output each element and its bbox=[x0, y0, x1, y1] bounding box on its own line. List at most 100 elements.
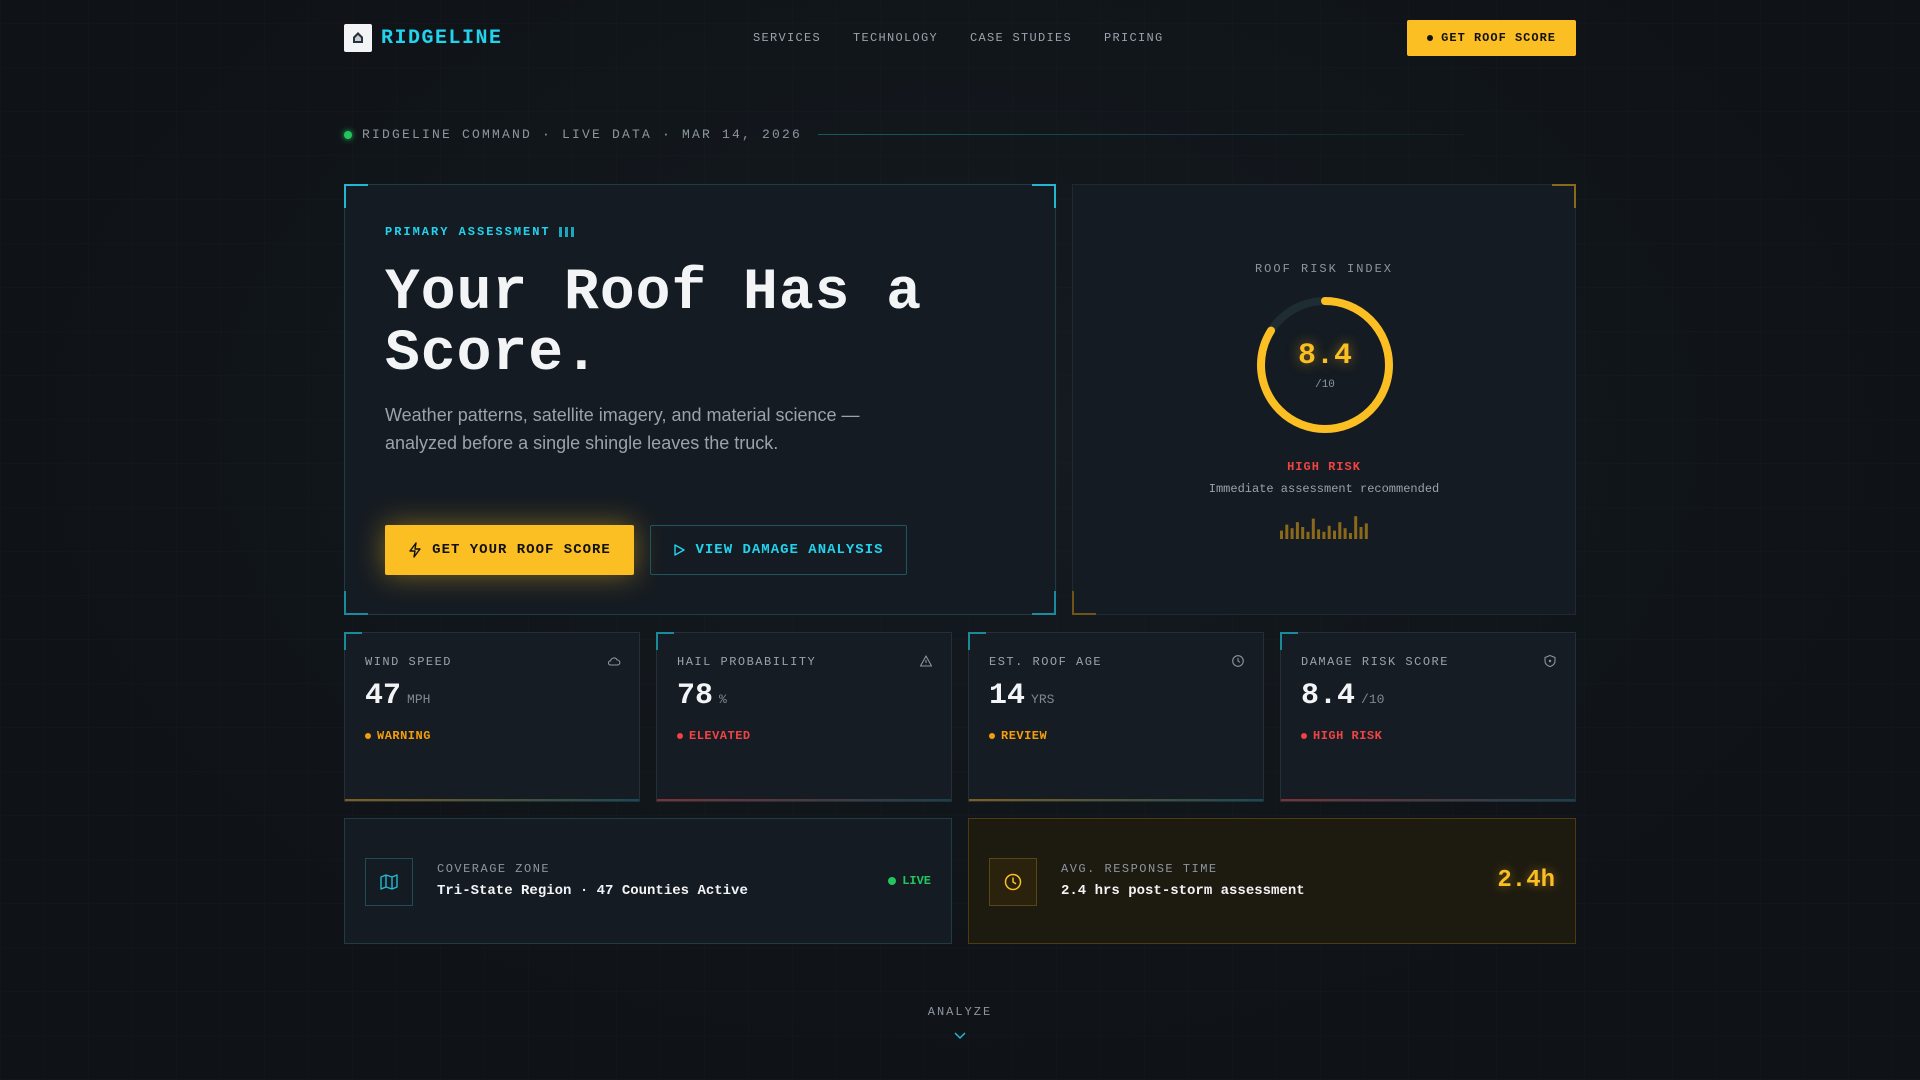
alert-triangle-icon bbox=[919, 655, 933, 667]
cta-dot-icon bbox=[1427, 35, 1434, 41]
signal-bars-icon bbox=[558, 227, 574, 237]
risk-index-label: ROOF RISK INDEX bbox=[1254, 262, 1394, 276]
status-text: RIDGELINE COMMAND · LIVE DATA · MAR 14, … bbox=[362, 127, 803, 142]
assessment-eyebrow: PRIMARY ASSESSMENT bbox=[385, 225, 574, 239]
top-nav: RIDGELINE SERVICES TECHNOLOGY CASE STUDI… bbox=[344, 20, 1576, 56]
risk-status: HIGH RISK bbox=[1287, 460, 1361, 474]
spark-bar bbox=[1301, 527, 1305, 539]
spark-bar bbox=[1359, 527, 1363, 539]
metric-unit: % bbox=[719, 692, 727, 707]
corner-bracket bbox=[1552, 184, 1576, 208]
metric-label: EST. ROOF AGE bbox=[989, 655, 1103, 669]
map-icon bbox=[365, 858, 413, 906]
live-status-bar: RIDGELINE COMMAND · LIVE DATA · MAR 14, … bbox=[344, 127, 1464, 142]
metric-accent-bar bbox=[657, 799, 951, 801]
metric-value: 47 MPH bbox=[365, 679, 430, 713]
coverage-zone-panel: COVERAGE ZONE Tri-State Region · 47 Coun… bbox=[344, 818, 952, 944]
metric-status-badge: HIGH RISK bbox=[1301, 729, 1382, 743]
metric-card-damage-risk-score: DAMAGE RISK SCORE 8.4 /10 HIGH RISK bbox=[1280, 632, 1576, 802]
metric-status-label: REVIEW bbox=[1001, 729, 1048, 743]
spark-bar bbox=[1322, 531, 1326, 539]
risk-note: Immediate assessment recommended bbox=[1208, 482, 1440, 496]
response-value: 2.4h bbox=[1497, 867, 1555, 894]
spark-bar bbox=[1338, 522, 1342, 539]
live-badge: LIVE bbox=[888, 874, 931, 888]
metric-card-roof-age: EST. ROOF AGE 14 YRS REVIEW bbox=[968, 632, 1264, 802]
page-title: Your Roof Has a Score. bbox=[385, 261, 923, 387]
coverage-text: Tri-State Region · 47 Counties Active bbox=[437, 883, 748, 899]
spark-bar bbox=[1306, 531, 1310, 539]
logo-mark-icon bbox=[344, 24, 372, 52]
status-dot-icon bbox=[677, 733, 683, 739]
corner-bracket bbox=[656, 632, 674, 650]
status-dot-icon bbox=[989, 733, 995, 739]
metric-unit: MPH bbox=[407, 692, 431, 707]
brand-name: RIDGELINE bbox=[381, 26, 503, 50]
analyze-label: ANALYZE bbox=[927, 1005, 993, 1019]
corner-bracket bbox=[1280, 632, 1298, 650]
nav-link-pricing[interactable]: PRICING bbox=[1104, 31, 1164, 45]
primary-assessment-card: PRIMARY ASSESSMENT Your Roof Has a Score… bbox=[344, 184, 1056, 615]
spark-bar bbox=[1348, 533, 1352, 539]
metric-value: 8.4 /10 bbox=[1301, 679, 1384, 713]
metric-status-badge: WARNING bbox=[365, 729, 431, 743]
corner-bracket bbox=[968, 632, 986, 650]
brand-logo[interactable]: RIDGELINE bbox=[344, 24, 503, 52]
status-dot-icon bbox=[365, 733, 371, 739]
nav-link-technology[interactable]: TECHNOLOGY bbox=[853, 31, 938, 45]
spark-bar bbox=[1354, 516, 1358, 539]
nav-cta-label: GET ROOF SCORE bbox=[1441, 31, 1556, 45]
metric-label: HAIL PROBABILITY bbox=[677, 655, 817, 669]
gauge-denominator: /10 bbox=[1315, 379, 1335, 391]
corner-bracket bbox=[344, 632, 362, 650]
metric-status-badge: REVIEW bbox=[989, 729, 1047, 743]
spark-bar bbox=[1280, 530, 1283, 539]
risk-gauge: 8.4 /10 bbox=[1255, 295, 1395, 435]
corner-bracket bbox=[344, 184, 368, 208]
coverage-label: COVERAGE ZONE bbox=[437, 862, 551, 876]
response-text: 2.4 hrs post-storm assessment bbox=[1061, 883, 1305, 899]
spark-bar bbox=[1317, 529, 1321, 539]
spark-bar bbox=[1290, 528, 1294, 539]
metric-status-label: ELEVATED bbox=[689, 729, 751, 743]
metric-card-wind-speed: WIND SPEED 47 MPH WARNING bbox=[344, 632, 640, 802]
metric-label: DAMAGE RISK SCORE bbox=[1301, 655, 1449, 669]
metric-value: 78 % bbox=[677, 679, 727, 713]
lightning-icon bbox=[409, 542, 421, 558]
metric-unit: /10 bbox=[1361, 692, 1385, 707]
clock-icon bbox=[989, 858, 1037, 906]
spark-bar bbox=[1343, 528, 1347, 539]
status-divider bbox=[818, 134, 1464, 135]
metric-status-label: WARNING bbox=[377, 729, 431, 743]
metric-number: 47 bbox=[365, 679, 402, 713]
chevron-down-icon[interactable] bbox=[952, 1030, 968, 1042]
metric-number: 14 bbox=[989, 679, 1026, 713]
metric-number: 78 bbox=[677, 679, 714, 713]
status-dot-icon bbox=[1301, 733, 1307, 739]
metric-value: 14 YRS bbox=[989, 679, 1054, 713]
corner-bracket bbox=[1032, 591, 1056, 615]
corner-bracket bbox=[344, 591, 368, 615]
shield-icon bbox=[1544, 654, 1556, 668]
nav-link-services[interactable]: SERVICES bbox=[753, 31, 821, 45]
clock-icon bbox=[1232, 655, 1244, 667]
response-label: AVG. RESPONSE TIME bbox=[1061, 862, 1218, 876]
corner-bracket bbox=[1032, 184, 1056, 208]
metric-accent-bar bbox=[1281, 799, 1575, 801]
nav-link-case-studies[interactable]: CASE STUDIES bbox=[970, 31, 1072, 45]
metric-accent-bar bbox=[345, 799, 639, 801]
wind-cloud-icon bbox=[607, 657, 621, 666]
view-damage-analysis-button[interactable]: VIEW DAMAGE ANALYSIS bbox=[650, 525, 907, 575]
metric-accent-bar bbox=[969, 799, 1263, 801]
get-roof-score-button[interactable]: GET ROOF SCORE bbox=[1407, 20, 1576, 56]
live-dot-icon bbox=[888, 877, 897, 885]
play-icon bbox=[674, 544, 686, 556]
nav-links: SERVICES TECHNOLOGY CASE STUDIES PRICING bbox=[753, 31, 1164, 45]
get-your-roof-score-button[interactable]: GET YOUR ROOF SCORE bbox=[385, 525, 634, 575]
live-badge-label: LIVE bbox=[902, 874, 931, 888]
response-time-panel: AVG. RESPONSE TIME 2.4 hrs post-storm as… bbox=[968, 818, 1576, 944]
metric-label: WIND SPEED bbox=[365, 655, 453, 669]
metric-status-badge: ELEVATED bbox=[677, 729, 751, 743]
gauge-value: 8.4 bbox=[1297, 339, 1352, 373]
spark-bar bbox=[1295, 522, 1299, 539]
